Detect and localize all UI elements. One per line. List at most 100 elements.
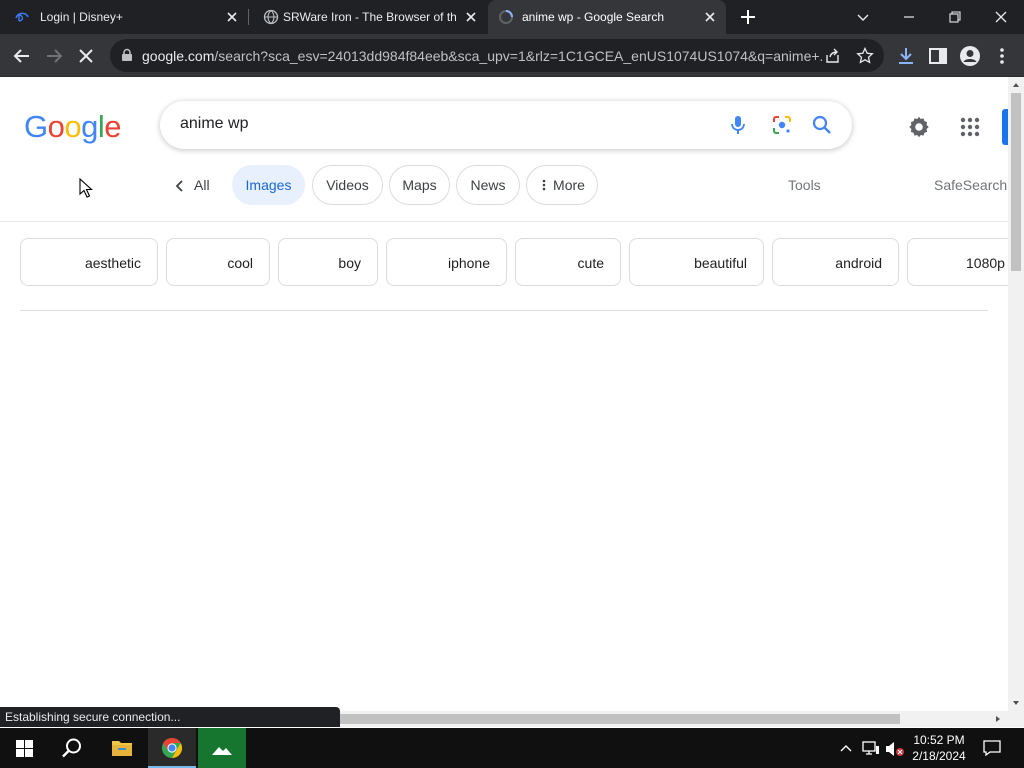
forward-arrow-icon[interactable] <box>42 44 66 68</box>
close-tab-icon[interactable] <box>463 9 479 25</box>
suggestion-label: boy <box>338 255 361 271</box>
notifications-icon[interactable] <box>982 739 1002 757</box>
app-mountain-icon <box>212 747 232 755</box>
suggestion-chip-beautiful[interactable]: beautiful <box>629 238 764 286</box>
tab-videos[interactable]: Videos <box>312 165 383 205</box>
taskbar-search-button[interactable] <box>48 728 96 768</box>
scroll-up-arrow-icon[interactable] <box>1012 81 1020 89</box>
google-logo[interactable]: Google <box>24 109 122 145</box>
more-vertical-dots-icon <box>542 179 546 191</box>
suggestion-chip-android[interactable]: android <box>772 238 899 286</box>
microphone-icon[interactable] <box>726 113 750 137</box>
tab-disney-plus[interactable]: Login | Disney+ <box>0 0 248 34</box>
logo-letter: o <box>64 109 82 144</box>
tab-title: anime wp - Google Search <box>522 10 665 24</box>
url-text: google.com/search?sca_esv=24013dd984f84e… <box>142 48 822 64</box>
scroll-right-arrow-icon[interactable] <box>994 715 1002 723</box>
suggestion-label: cool <box>227 255 253 271</box>
tab-search-chevron-icon[interactable] <box>852 6 874 28</box>
system-clock[interactable]: 10:52 PM 2/18/2024 <box>906 732 972 764</box>
vertical-scroll-thumb[interactable] <box>1011 93 1021 271</box>
tools-button[interactable]: Tools <box>788 177 821 193</box>
taskbar-file-explorer[interactable] <box>98 728 146 768</box>
suggestion-label: beautiful <box>694 255 747 271</box>
suggestion-chip-boy[interactable]: boy <box>278 238 378 286</box>
taskbar-app-green[interactable] <box>198 728 246 768</box>
suggestion-label: cute <box>577 255 604 271</box>
screen: Login | Disney+ SRWare Iron - The Browse… <box>0 0 1024 768</box>
stop-loading-icon[interactable] <box>74 44 98 68</box>
clock-time: 10:52 PM <box>913 733 965 747</box>
search-icon[interactable] <box>810 113 834 137</box>
scrollbar-corner <box>1008 711 1024 727</box>
horizontal-scroll-thumb[interactable] <box>340 714 900 724</box>
status-bubble: Establishing secure connection... <box>0 707 340 727</box>
clock-date: 2/18/2024 <box>912 749 966 763</box>
network-icon[interactable] <box>862 740 880 756</box>
show-hidden-icons-chevron-icon[interactable] <box>839 742 853 754</box>
scroll-down-arrow-icon[interactable] <box>1012 699 1020 707</box>
google-lens-icon[interactable] <box>770 113 794 137</box>
close-tab-icon[interactable] <box>702 9 718 25</box>
menu-kebab-icon[interactable] <box>990 44 1014 68</box>
search-type-nav: All Images Videos Maps News More Tools S… <box>0 165 1008 207</box>
back-arrow-icon[interactable] <box>10 44 34 68</box>
google-apps-grid-icon[interactable] <box>958 115 982 139</box>
tab-maps[interactable]: Maps <box>389 165 450 205</box>
file-explorer-folder-icon <box>112 741 132 756</box>
tab-news[interactable]: News <box>456 165 520 205</box>
safesearch-button[interactable]: SafeSearch <box>934 177 1007 193</box>
search-box[interactable] <box>160 101 852 149</box>
logo-letter: o <box>47 109 65 144</box>
tab-label: Images <box>245 177 292 193</box>
settings-gear-icon[interactable] <box>906 114 932 140</box>
chrome-icon <box>162 738 182 758</box>
logo-letter: g <box>81 109 98 144</box>
mouse-cursor-icon <box>79 178 93 198</box>
disney-plus-icon <box>15 12 29 22</box>
profile-avatar-icon[interactable] <box>958 44 982 68</box>
restore-icon[interactable] <box>944 6 966 28</box>
tab-label: Maps <box>402 177 437 193</box>
results-divider <box>20 310 988 311</box>
suggestion-label: iphone <box>447 255 490 271</box>
search-icon <box>62 738 81 758</box>
search-input[interactable] <box>180 115 700 133</box>
tab-title: Login | Disney+ <box>40 10 123 24</box>
browser-toolbar: google.com/search?sca_esv=24013dd984f84e… <box>0 34 1024 77</box>
tab-images[interactable]: Images <box>232 165 305 205</box>
bookmark-star-icon[interactable] <box>856 47 874 65</box>
url-path: /search?sca_esv=24013dd984f84eeb&sca_upv… <box>214 48 822 64</box>
suggestion-chip-cool[interactable]: cool <box>166 238 270 286</box>
suggestion-chip-1080p[interactable]: 1080p <box>907 238 1008 286</box>
logo-letter: e <box>104 109 122 144</box>
share-icon[interactable] <box>824 47 842 65</box>
nav-all-link[interactable]: All <box>194 177 210 193</box>
start-button[interactable] <box>0 728 48 768</box>
close-window-icon[interactable] <box>990 6 1012 28</box>
taskbar-chrome[interactable] <box>148 728 196 768</box>
suggestion-chip-iphone[interactable]: iphone <box>386 238 507 286</box>
vertical-scrollbar[interactable] <box>1008 77 1024 711</box>
url-host: google.com <box>142 48 215 64</box>
tab-title: SRWare Iron - The Browser of the <box>283 10 456 24</box>
tab-google-search[interactable]: anime wp - Google Search <box>488 0 726 34</box>
browser-tab-strip: Login | Disney+ SRWare Iron - The Browse… <box>0 0 1024 34</box>
volume-muted-icon[interactable] <box>884 740 906 758</box>
side-panel-icon[interactable] <box>926 44 950 68</box>
logo-letter: G <box>24 109 48 144</box>
suggestion-chip-cute[interactable]: cute <box>515 238 621 286</box>
chevron-left-icon[interactable] <box>172 178 188 194</box>
lock-icon[interactable] <box>120 48 134 62</box>
suggestion-chip-aesthetic[interactable]: aesthetic <box>20 238 158 286</box>
address-bar[interactable]: google.com/search?sca_esv=24013dd984f84e… <box>110 39 884 72</box>
tab-more[interactable]: More <box>526 165 598 205</box>
close-tab-icon[interactable] <box>224 9 240 25</box>
header-divider <box>0 221 1008 222</box>
minimize-icon[interactable] <box>898 6 920 28</box>
tab-label: News <box>470 177 506 193</box>
new-tab-icon[interactable] <box>738 7 758 27</box>
download-icon[interactable] <box>894 44 918 68</box>
suggestion-label: 1080p <box>966 255 1005 271</box>
tab-srware-iron[interactable]: SRWare Iron - The Browser of the <box>249 0 487 34</box>
